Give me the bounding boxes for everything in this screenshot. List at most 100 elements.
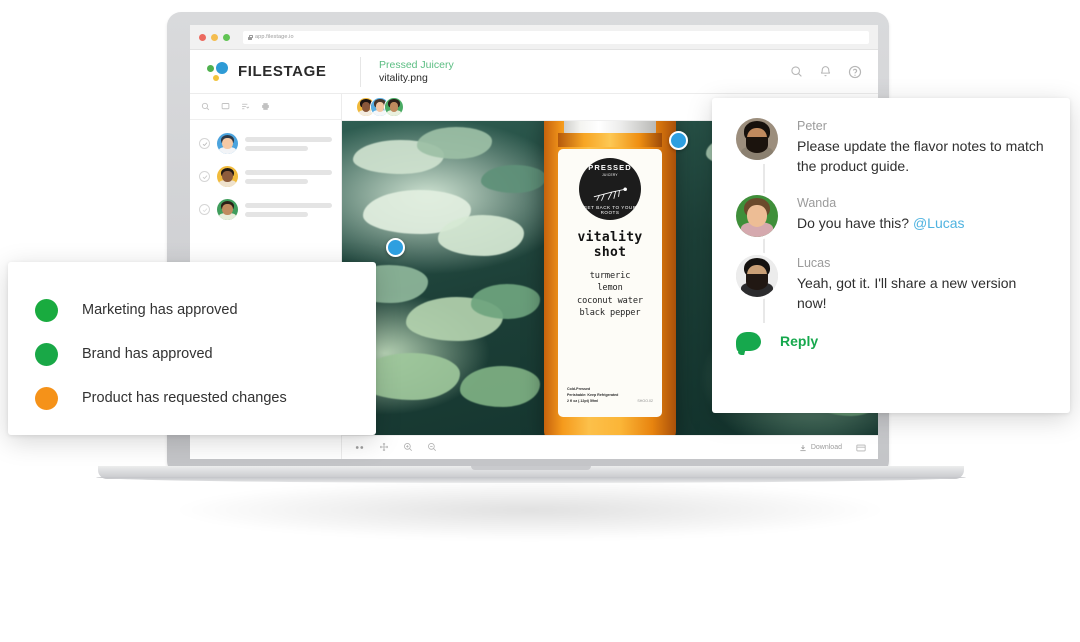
brand-seal: PRESSED JUICERY GET BACK TO YOUR ROOTS	[579, 158, 641, 220]
approval-status-card: Marketing has approved Brand has approve…	[8, 262, 376, 435]
label-ingredients: turmeric lemon coconut water black peppe…	[577, 270, 643, 319]
ingredient: lemon	[597, 283, 623, 294]
avatar	[217, 166, 238, 187]
download-icon	[800, 444, 806, 451]
approval-label: Brand has approved	[82, 346, 213, 362]
approval-row-marketing: Marketing has approved	[35, 288, 376, 332]
logo-text: FILESTAGE	[238, 63, 327, 80]
comment-item: Lucas Yeah, got it. I'll share a new ver…	[736, 254, 1046, 314]
header-divider	[360, 56, 361, 87]
approval-row-brand: Brand has approved	[35, 332, 376, 376]
avatar	[736, 118, 778, 160]
avatar	[736, 194, 778, 237]
viewer-toolbar: Download	[342, 435, 878, 459]
download-button[interactable]: Download	[799, 444, 842, 452]
project-info[interactable]: Pressed Juicery vitality.png	[379, 59, 454, 84]
seal-brand: PRESSED	[588, 163, 632, 172]
avatar	[384, 97, 404, 117]
url-text: app.filestage.io	[255, 34, 294, 40]
window-close-button[interactable]	[199, 33, 206, 41]
comment-thread: Peter Please update the flavor notes to …	[736, 118, 1046, 351]
file-name: vitality.png	[379, 72, 428, 84]
search-icon[interactable]	[201, 98, 210, 116]
list-item-placeholder	[245, 136, 332, 151]
sort-icon[interactable]	[241, 98, 250, 116]
annotation-marker-2[interactable]	[669, 131, 688, 150]
comment-text: Yeah, got it. I'll share a new version n…	[797, 274, 1017, 311]
comment-author: Lucas	[797, 255, 831, 270]
presentation-icon[interactable]	[856, 439, 866, 457]
bottle-neck	[558, 133, 662, 147]
laptop-base	[96, 466, 966, 483]
print-icon[interactable]	[261, 98, 270, 116]
comment-item: Peter Please update the flavor notes to …	[736, 118, 1046, 177]
collaborator-avatars[interactable]	[356, 97, 404, 117]
project-name: Pressed Juicery	[379, 59, 454, 71]
check-icon[interactable]	[199, 171, 210, 182]
address-bar[interactable]: app.filestage.io	[243, 30, 869, 44]
status-dot-approved	[35, 298, 58, 322]
comment-bubble-icon	[736, 331, 761, 351]
zoom-in-icon[interactable]	[403, 439, 413, 457]
laptop-notch	[471, 466, 591, 470]
check-icon[interactable]	[199, 138, 210, 149]
pan-icon[interactable]	[379, 439, 389, 457]
product-bottle: PRESSED JUICERY GET BACK TO YOUR ROOTS v…	[544, 121, 676, 435]
reply-label: Reply	[780, 333, 819, 349]
ingredient: black pepper	[579, 307, 641, 318]
seal-tagline: GET BACK TO YOUR ROOTS	[583, 205, 637, 215]
ingredient: coconut water	[577, 295, 643, 306]
label-title-line1: vitality	[577, 230, 643, 245]
list-item-placeholder	[245, 169, 332, 184]
seal-subtitle: JUICERY	[602, 173, 618, 177]
label-title-line2: shot	[593, 244, 627, 260]
comment-icon[interactable]	[221, 98, 230, 116]
bottle-label: PRESSED JUICERY GET BACK TO YOUR ROOTS v…	[558, 149, 662, 417]
status-dot-changes-requested	[35, 386, 58, 410]
reply-button[interactable]: Reply	[736, 331, 1046, 351]
label-title: vitality shot	[577, 230, 643, 260]
avatar	[736, 254, 778, 297]
list-item-placeholder	[245, 202, 332, 217]
sidebar-toolbar	[190, 94, 341, 120]
avatar	[217, 199, 238, 220]
comment-text: Please update the flavor notes to match …	[797, 138, 1044, 174]
annotation-marker-1[interactable]	[386, 238, 405, 257]
screenshot-root: app.filestage.io FILESTAGE Pressed Juice…	[0, 0, 1080, 642]
approval-label: Marketing has approved	[82, 302, 238, 318]
download-label: Download	[810, 444, 842, 451]
sidebar-list	[190, 120, 341, 226]
status-dot-approved	[35, 342, 58, 366]
approval-label: Product has requested changes	[82, 390, 287, 406]
lock-icon	[248, 34, 253, 40]
filestage-logo[interactable]: FILESTAGE	[206, 61, 356, 83]
fineprint-line: 2 fl oz (.12pt) 59ml	[567, 399, 599, 404]
approval-row-product: Product has requested changes	[35, 376, 376, 420]
label-fineprint: Cold-Pressed Perishable: Keep Refrigerat…	[567, 387, 653, 405]
comment-text: Do you have this? @Lucas	[797, 214, 1046, 234]
comment-item: Wanda Do you have this? @Lucas	[736, 194, 1046, 237]
browser-chrome: app.filestage.io	[190, 25, 878, 50]
bell-icon[interactable]	[819, 65, 832, 78]
sidebar-item-2[interactable]	[190, 160, 341, 193]
zoom-out-icon[interactable]	[427, 439, 437, 457]
ingredient: turmeric	[589, 271, 631, 282]
check-icon[interactable]	[199, 204, 210, 215]
sidebar-item-3[interactable]	[190, 193, 341, 226]
compare-icon[interactable]	[354, 439, 365, 457]
window-maximize-button[interactable]	[223, 33, 230, 41]
app-header: FILESTAGE Pressed Juicery vitality.png	[190, 50, 878, 94]
comment-thread-card: Peter Please update the flavor notes to …	[712, 98, 1070, 413]
comment-author: Peter	[797, 119, 827, 133]
window-minimize-button[interactable]	[211, 33, 218, 41]
laptop-shadow	[170, 480, 890, 540]
filestage-logo-icon	[206, 61, 230, 83]
avatar	[217, 133, 238, 154]
help-icon[interactable]	[848, 65, 862, 79]
root-icon	[579, 184, 641, 204]
comment-text-body: Do you have this?	[797, 214, 913, 231]
label-barcode: SHOO.02	[637, 399, 653, 404]
search-icon[interactable]	[790, 65, 803, 78]
sidebar-item-1[interactable]	[190, 127, 341, 160]
mention-lucas[interactable]: @Lucas	[913, 215, 965, 231]
